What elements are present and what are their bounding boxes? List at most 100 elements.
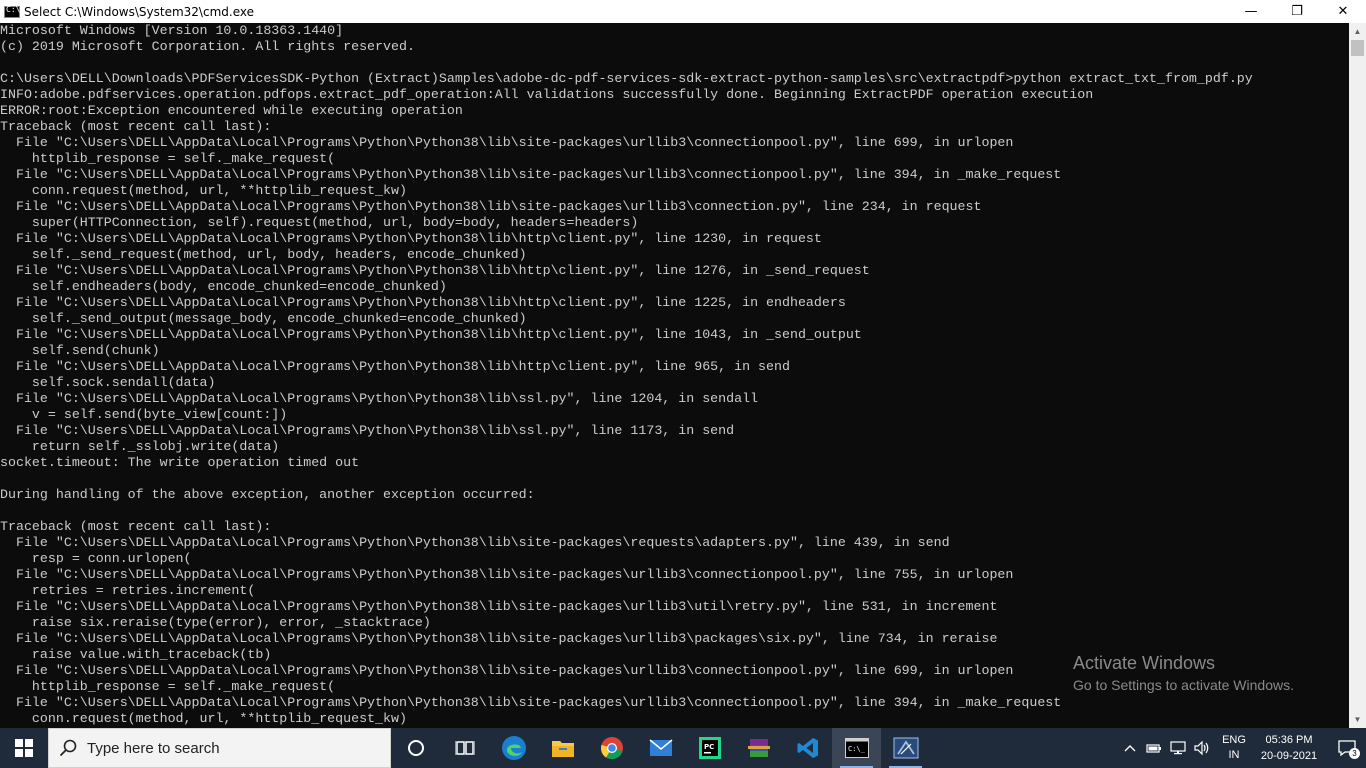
console-line: httplib_response = self._make_request( [0,151,336,166]
search-placeholder: Type here to search [87,739,220,757]
battery-icon [1146,744,1161,753]
console-line: retries = retries.increment( [0,583,256,598]
action-center-button[interactable]: 3 [1328,728,1366,768]
console-line: socket.timeout: The write operation time… [0,455,360,470]
console-line: File "C:\Users\DELL\AppData\Local\Progra… [0,167,1062,182]
svg-text:PC: PC [704,743,714,751]
console-line: File "C:\Users\DELL\AppData\Local\Progra… [0,359,790,374]
console-line: File "C:\Users\DELL\AppData\Local\Progra… [0,135,1014,150]
scroll-thumb[interactable] [1351,40,1364,56]
pycharm-icon: PC [698,737,721,759]
console-line: super(HTTPConnection, self).request(meth… [0,215,639,230]
console-line: File "C:\Users\DELL\AppData\Local\Progra… [0,567,1014,582]
cmd-app-icon [4,5,20,18]
cortana-button[interactable] [391,728,440,768]
console-line: File "C:\Users\DELL\AppData\Local\Progra… [0,695,1062,710]
console-line: File "C:\Users\DELL\AppData\Local\Progra… [0,327,862,342]
console-line: self.send(chunk) [0,343,160,358]
network-adapter-button[interactable] [1142,728,1166,768]
minimize-icon: — [1244,4,1258,19]
console-line: raise six.reraise(type(error), error, _s… [0,615,431,630]
console-line: ERROR:root:Exception encountered while e… [0,103,463,118]
console-line: self._send_request(method, url, body, he… [0,247,527,262]
input-language-indicator[interactable]: ENG IN [1218,733,1250,763]
cortana-icon [407,740,424,756]
console-line: conn.request(method, url, **httplib_requ… [0,711,407,726]
winrar-icon [747,739,770,757]
console-line: self.sock.sendall(data) [0,375,216,390]
console-line: self._send_output(message_body, encode_c… [0,311,527,326]
console-line: File "C:\Users\DELL\AppData\Local\Progra… [0,599,998,614]
search-icon [49,739,87,757]
console-line: Traceback (most recent call last): [0,519,272,534]
clock-time: 05:36 PM [1265,734,1313,746]
console-line: File "C:\Users\DELL\AppData\Local\Progra… [0,631,998,646]
svg-text:C:\_: C:\_ [848,745,866,753]
console-line: conn.request(method, url, **httplib_requ… [0,183,407,198]
winrar-button[interactable] [734,728,783,768]
console-output[interactable]: Microsoft Windows [Version 10.0.18363.14… [0,23,1349,728]
watermark-subtitle: Go to Settings to activate Windows. [1073,677,1294,693]
pycharm-button[interactable]: PC [685,728,734,768]
minimize-button[interactable]: — [1228,0,1274,23]
maximize-button[interactable]: ❐ [1274,0,1320,23]
window-title-bar[interactable]: Select C:\Windows\System32\cmd.exe — ❐ ✕ [0,0,1366,23]
file-explorer-button[interactable] [538,728,587,768]
volume-button[interactable] [1190,728,1214,768]
clock-date: 20-09-2021 [1260,750,1318,762]
console-line: File "C:\Users\DELL\AppData\Local\Progra… [0,535,950,550]
console-line: v = self.send(byte_view[count:]) [0,407,288,422]
close-button[interactable]: ✕ [1320,0,1366,23]
cmd-icon: C:\_ [844,738,869,758]
edge-icon [501,736,526,760]
language-region: IN [1228,749,1240,761]
taskbar-clock[interactable]: 05:36 PM 20-09-2021 [1250,732,1328,764]
system-tray: ENG IN 05:36 PM 20-09-2021 3 [1118,728,1366,768]
chevron-down-icon: ▼ [1353,715,1362,724]
chrome-button[interactable] [587,728,636,768]
scroll-up-button[interactable]: ▲ [1349,23,1366,40]
console-line: File "C:\Users\DELL\AppData\Local\Progra… [0,391,759,406]
network-icon [1170,741,1186,755]
task-view-button[interactable] [440,728,489,768]
edge-button[interactable] [489,728,538,768]
console-line: File "C:\Users\DELL\AppData\Local\Progra… [0,263,870,278]
start-button[interactable] [0,728,48,768]
vscode-button[interactable] [783,728,832,768]
console-line: self.endheaders(body, encode_chunked=enc… [0,279,447,294]
console-line: return self._sslobj.write(data) [0,439,280,454]
windows-logo-icon [15,739,33,757]
activate-windows-watermark: Activate Windows Go to Settings to activ… [1073,652,1294,695]
vscode-icon [797,738,818,758]
console-line: During handling of the above exception, … [0,487,535,502]
window-title: Select C:\Windows\System32\cmd.exe [24,4,254,19]
chevron-up-icon: ▲ [1353,27,1362,36]
console-line: File "C:\Users\DELL\AppData\Local\Progra… [0,423,735,438]
restore-icon: ❐ [1291,4,1303,19]
mail-button[interactable] [636,728,685,768]
network-button[interactable] [1166,728,1190,768]
console-line: Microsoft Windows [Version 10.0.18363.14… [0,23,344,38]
snipping-tool-icon [893,737,918,759]
watermark-title: Activate Windows [1073,653,1216,673]
taskbar-search-box[interactable]: Type here to search [48,728,391,768]
show-hidden-icons-button[interactable] [1118,728,1142,768]
cmd-taskbar-button[interactable]: C:\_ [832,728,881,768]
taskbar: Type here to search PC C:\_ ENG IN 05:36… [0,728,1366,768]
close-icon: ✕ [1337,4,1349,19]
console-line: File "C:\Users\DELL\AppData\Local\Progra… [0,295,846,310]
chevron-up-icon [1124,745,1136,752]
console-line: resp = conn.urlopen( [0,551,192,566]
console-line: C:\Users\DELL\Downloads\PDFServicesSDK-P… [0,71,1253,86]
console-line: File "C:\Users\DELL\AppData\Local\Progra… [0,231,822,246]
task-view-icon [454,741,475,755]
console-line: Traceback (most recent call last): [0,119,272,134]
chrome-icon [600,737,623,760]
snipping-tool-button[interactable] [881,728,930,768]
vertical-scrollbar[interactable]: ▲ ▼ [1349,23,1366,728]
scroll-down-button[interactable]: ▼ [1349,711,1366,728]
file-explorer-icon [551,741,574,757]
speaker-icon [1194,741,1209,755]
